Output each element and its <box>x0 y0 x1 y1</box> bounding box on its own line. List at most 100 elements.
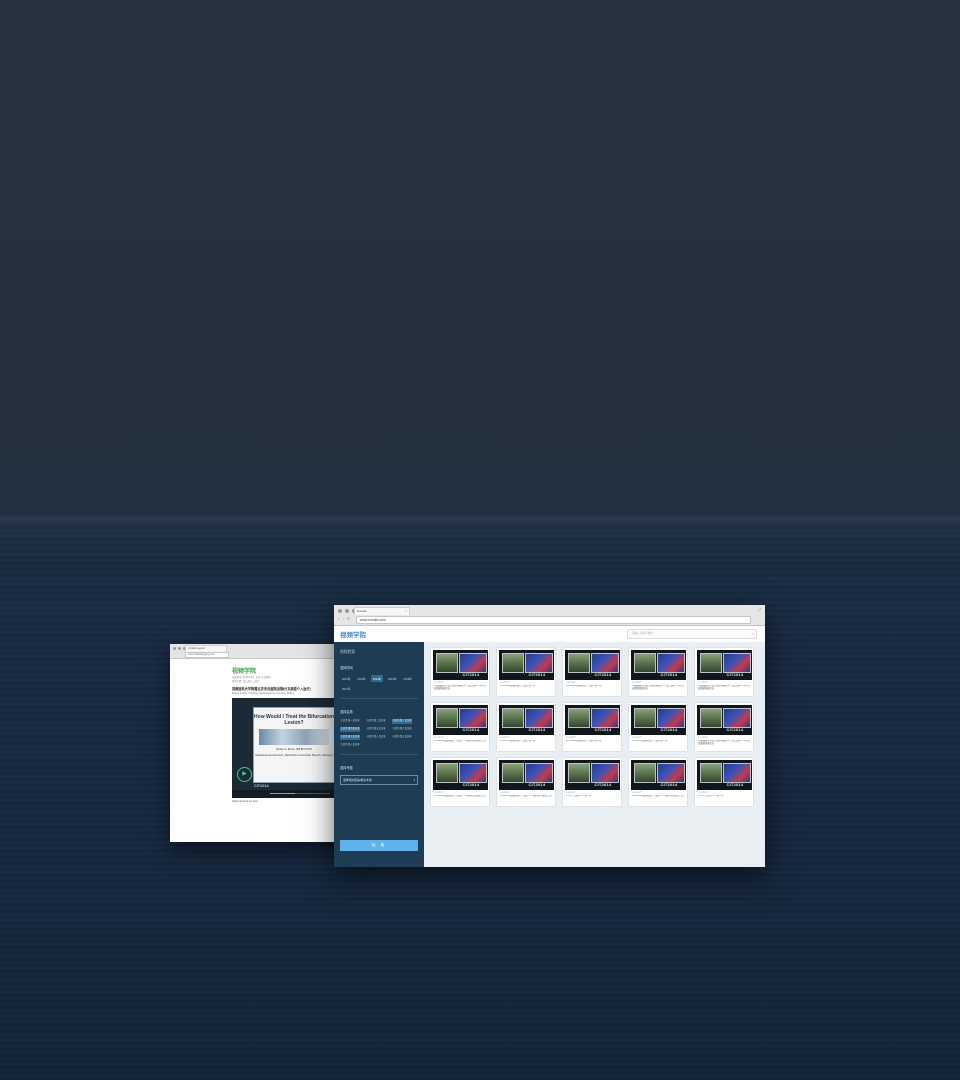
video-title[interactable]: CHC2014冠脉病变介入治疗第一场 <box>566 740 618 743</box>
back-window-tab[interactable]: Untitled Layout <box>185 645 227 652</box>
video-title[interactable]: CHC2014冠脉病变介入治疗——结构性心脏病二场 <box>500 795 552 798</box>
video-card[interactable]: CIT2014 2014年6月 中国胸痛中心及主要影像融合——第二届GI·TOP血运… <box>695 703 753 751</box>
video-card[interactable]: CIT2014 2014年6月 CHC2014冠脉病变介入治疗——结构性心脏病二场 <box>431 758 489 806</box>
video-thumbnail[interactable]: CIT2014 <box>696 759 752 790</box>
video-card[interactable]: CIT2014 2014年6月 CHC2014冠脉病变介入治疗第一场 <box>497 648 555 696</box>
video-card[interactable]: CIT2014 2014年6月 CHC2014冠脉病变介入治疗第一场 <box>497 703 555 751</box>
video-title[interactable]: 中国胸痛中心及主要影像融合——第二届GI·TOP血运重建高峰论坛 <box>434 685 486 691</box>
video-card[interactable]: CIT2014 2014年6月 CHC2014冠脉病变介入治疗——结构性心脏病二场 <box>497 758 555 806</box>
tab-close-icon[interactable]: × <box>405 608 407 615</box>
video-title[interactable]: CHC2014冠脉病变介入治疗第一场 <box>500 685 552 688</box>
video-card[interactable]: CIT2014 2014年6月 CHC2014冠脉病变介入治疗第一场 <box>563 703 621 751</box>
slide-presenter: Robert A. Byrne, MB BCh PhD <box>276 748 312 751</box>
video-thumbnail[interactable]: CIT2014 <box>564 704 620 735</box>
nav-arrows-icon[interactable]: ‹ › ↻ <box>338 616 351 621</box>
site-header: 视频学院 请输入关键字搜索 ⌕ <box>334 626 765 643</box>
video-card[interactable]: CIT2014 2014年6月 中国胸痛中心及主要影像融合——第二届GI·TOP血运… <box>431 648 489 696</box>
thumbnail-watermark: CIT2014 <box>462 726 480 732</box>
venue-filter-option[interactable]: 分会场 第六会议室 <box>392 727 412 732</box>
venue-filter-option[interactable]: 主会场 第一会议室 <box>340 719 360 724</box>
video-card[interactable]: CIT2014 2014年6月 CHC2014冠脉病变介入治疗第一场 <box>629 703 687 751</box>
search-input[interactable]: 请输入关键字搜索 ⌕ <box>627 629 757 639</box>
venue-filter-option[interactable]: 分会场 第三会议室 <box>392 719 412 724</box>
minimize-dot-icon[interactable] <box>345 609 349 613</box>
front-window-tab[interactable]: Encalls × <box>354 607 410 615</box>
video-thumbnail[interactable]: CIT2014 <box>630 649 686 680</box>
site-logo[interactable]: 视频学院 <box>340 629 366 639</box>
video-card[interactable]: CIT2014 2014年6月 CHC2014冠脉病变介入治疗——结构性心脏病二场 <box>629 758 687 806</box>
search-button[interactable]: 检 索 <box>340 840 418 851</box>
video-thumbnail[interactable]: CIT2014 <box>564 759 620 790</box>
close-dot-icon[interactable] <box>173 647 176 650</box>
topic-select[interactable]: 选择相关疾病/相关术者 ▾ <box>340 775 418 785</box>
video-title[interactable]: 中国胸痛中心及主要影像融合——第二届GI·TOP血运重建高峰论坛 <box>632 685 684 691</box>
time-filter-chip[interactable]: 2013年 <box>355 675 367 682</box>
video-title[interactable]: CHC2014冠脉病变介入治疗第一场 <box>500 740 552 743</box>
thumbnail-camera-view <box>699 652 722 673</box>
venue-filter-option[interactable]: 分会场 第八会议室 <box>366 735 386 740</box>
fullscreen-icon[interactable]: ⤢ <box>758 607 761 612</box>
front-window-address-bar[interactable]: www.encalls.com <box>356 616 751 624</box>
thumbnail-camera-view <box>435 652 458 673</box>
video-title[interactable]: 中国胸痛中心及主要影像融合——第二届GI·TOP血运重建高峰论坛 <box>698 685 750 691</box>
video-thumbnail[interactable]: CIT2014 <box>696 704 752 735</box>
video-title[interactable]: 中国胸痛中心及主要影像融合——第二届GI·TOP血运重建高峰论坛 <box>698 740 750 746</box>
video-card[interactable]: CIT2014 2014年6月 中国胸痛中心及主要影像融合——第二届GI·TOP血运… <box>695 648 753 696</box>
time-filter-chip[interactable]: 2015年 <box>386 675 398 682</box>
video-thumbnail[interactable]: CIT2014 <box>498 759 554 790</box>
video-thumbnail[interactable]: CIT2014 <box>498 649 554 680</box>
thumbnail-watermark: CIT2014 <box>660 781 678 787</box>
close-dot-icon[interactable] <box>338 609 342 613</box>
filter-sidebar: 视频检索 选择时间 2012年 2013年 2014年 2015年 2016年 2017年… <box>334 642 424 867</box>
video-thumbnail[interactable]: CIT2014 <box>432 759 488 790</box>
time-filter-chip[interactable]: 2014年 <box>370 675 384 682</box>
venue-filter-option[interactable]: 分会场 第五会议室 <box>366 727 386 732</box>
video-thumbnail[interactable]: CIT2014 <box>630 704 686 735</box>
venue-filter-option[interactable]: 主会场 第四会议室 <box>340 727 360 732</box>
video-thumbnail[interactable]: CIT2014 <box>498 704 554 735</box>
thumbnail-watermark: CIT2014 <box>594 726 612 732</box>
thumbnail-camera-view <box>435 762 458 783</box>
search-icon[interactable]: ⌕ <box>752 630 754 638</box>
back-window-address-bar[interactable]: www.crossthepygmy.com <box>185 652 229 658</box>
video-thumbnail[interactable]: CIT2014 <box>432 704 488 735</box>
thumbnail-camera-view <box>633 762 656 783</box>
video-thumbnail[interactable]: CIT2014 <box>564 649 620 680</box>
venue-filter-option[interactable]: 分会场 第九会议室 <box>392 735 412 740</box>
video-title[interactable]: CHC2014冠脉病变介入治疗第一场 <box>566 685 618 688</box>
video-date: 2014年6月 <box>698 792 708 794</box>
video-title[interactable]: CHC2014冠脉病变介入治疗——结构性心脏病二场 <box>434 740 486 743</box>
thumbnail-slide-view <box>524 652 553 673</box>
video-date: 2014年6月 <box>698 737 708 739</box>
play-icon[interactable]: ▶ <box>237 767 252 782</box>
video-title[interactable]: CTO介入治疗——第一场 <box>698 795 750 798</box>
video-card[interactable]: CIT2014 2014年6月 CTO介入治疗——第一场 <box>695 758 753 806</box>
time-filter-chip[interactable]: 2016年 <box>402 675 414 682</box>
horizon <box>0 514 960 524</box>
venue-filter-option[interactable]: 分会场 第二会议室 <box>366 719 386 724</box>
time-filter-chip[interactable]: 2012年 <box>340 675 352 682</box>
presentation-slide: How Would I Treat the Bifurcation Lesion… <box>253 707 335 783</box>
video-thumbnail[interactable]: CIT2014 <box>630 759 686 790</box>
video-card[interactable]: CIT2014 2014年6月 中国胸痛中心及主要影像融合——第二届GI·TOP血运… <box>629 648 687 696</box>
thumbnail-camera-view <box>567 652 590 673</box>
video-card[interactable]: CIT2014 2014年6月 CTO介入治疗——第一场 <box>563 758 621 806</box>
video-title[interactable]: CHC2014冠脉病变介入治疗第一场 <box>632 740 684 743</box>
minimize-dot-icon[interactable] <box>178 647 181 650</box>
time-filter-chip[interactable]: 2017年 <box>340 685 352 692</box>
venue-filter-option[interactable]: 主会场 第七会议室 <box>340 735 360 740</box>
video-date: 2014年6月 <box>566 737 576 739</box>
video-card[interactable]: CIT2014 2014年6月 CHC2014冠脉病变介入治疗第一场 <box>563 648 621 696</box>
progress-bar[interactable] <box>270 793 330 794</box>
video-thumbnail[interactable]: CIT2014 <box>696 649 752 680</box>
time-filter-label: 选择时间 <box>340 666 353 670</box>
thumbnail-slide-view <box>722 762 751 783</box>
video-title[interactable]: CTO介入治疗——第一场 <box>566 795 618 798</box>
video-title[interactable]: CHC2014冠脉病变介入治疗——结构性心脏病二场 <box>632 795 684 798</box>
thumbnail-watermark: CIT2014 <box>462 671 480 677</box>
video-title[interactable]: CHC2014冠脉病变介入治疗——结构性心脏病二场 <box>434 795 486 798</box>
video-thumbnail[interactable]: CIT2014 <box>432 649 488 680</box>
venue-filter-option[interactable]: 主会场 第十会议室 <box>340 743 360 748</box>
video-card[interactable]: CIT2014 2014年6月 CHC2014冠脉病变介入治疗——结构性心脏病二场 <box>431 703 489 751</box>
video-grid: CIT2014 2014年6月 中国胸痛中心及主要影像融合——第二届GI·TOP血运… <box>431 648 753 806</box>
